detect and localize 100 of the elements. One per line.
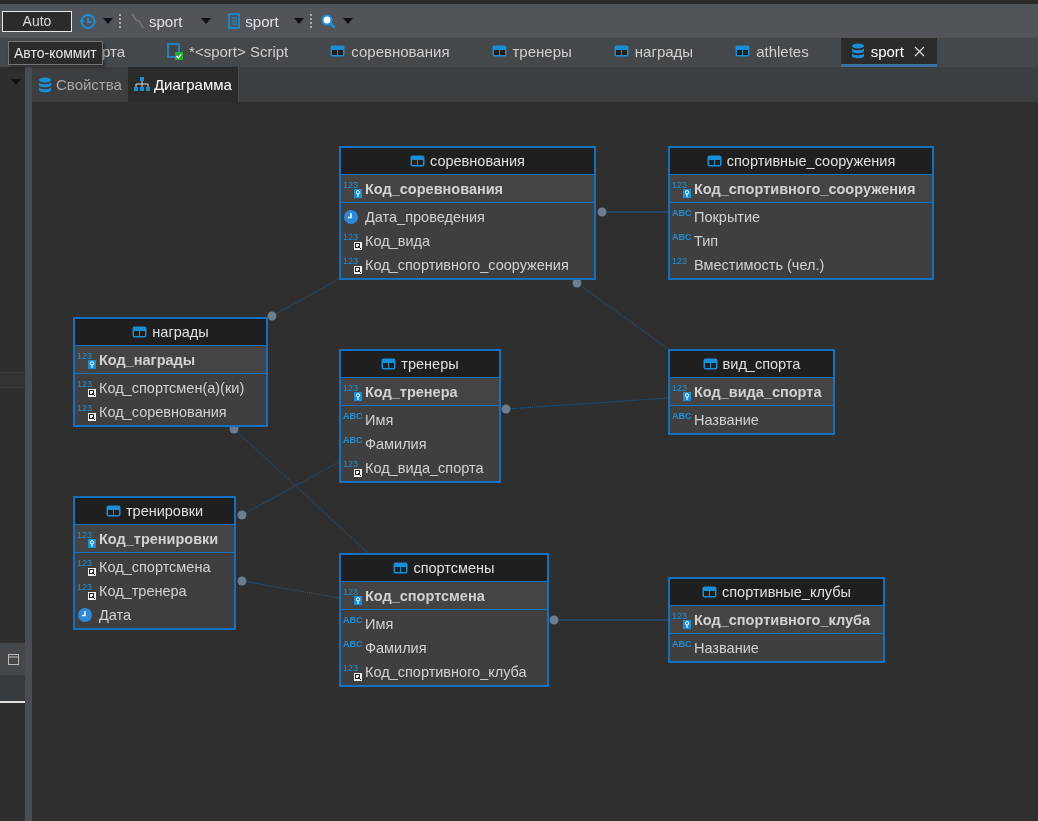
editor-tab[interactable]: *<sport> Script	[157, 38, 301, 67]
relation-connector	[597, 207, 669, 217]
key-icon	[683, 619, 691, 629]
type-label: ABC	[343, 639, 363, 649]
view-tab[interactable]: Диаграмма	[127, 67, 239, 102]
key-column-name: Код_спортивного_клуба	[694, 611, 870, 628]
type-label: 123	[343, 459, 359, 469]
editor-tab[interactable]: соревнования	[320, 38, 462, 67]
entity-title: соревнования	[430, 153, 525, 169]
entity-title: спортивные_сооружения	[726, 153, 896, 169]
table-icon	[702, 586, 717, 598]
entity-title: вид_спорта	[722, 356, 801, 372]
link-icon	[354, 266, 362, 274]
type-label: 123	[77, 379, 93, 389]
column-name: Название	[694, 412, 759, 428]
column-name: Код_соревнования	[99, 404, 227, 420]
type-label: 123	[77, 529, 93, 540]
type-label: ABC	[672, 639, 692, 649]
type-label: ABC	[343, 435, 363, 445]
search-icon	[320, 13, 336, 29]
table-icon	[330, 45, 346, 57]
editor-tab[interactable]: награды	[603, 38, 706, 67]
table-icon	[613, 45, 629, 57]
document-icon	[228, 13, 241, 29]
key-icon	[354, 188, 362, 198]
type-label: 123	[343, 256, 359, 266]
link-icon	[88, 592, 96, 600]
type-label: 123	[672, 256, 688, 266]
key-column-name: Код_награды	[99, 351, 196, 368]
type-label: ABC	[343, 411, 363, 421]
caret-icon[interactable]	[293, 18, 304, 24]
type-label: 123	[77, 403, 93, 413]
type-label: 123	[343, 382, 359, 393]
tooltip: Авто-коммит	[8, 41, 103, 65]
column-name: Код_спортсмена	[99, 559, 211, 575]
key-icon	[88, 538, 96, 548]
table-icon	[132, 326, 148, 338]
type-label: 123	[672, 610, 688, 621]
commit-mode-field[interactable]: Auto	[2, 10, 72, 32]
table-icon	[702, 358, 718, 370]
caret-icon[interactable]	[342, 18, 353, 24]
column-name: Фамилия	[365, 640, 427, 656]
entity-card[interactable]: тренировки 123 Код_тренировки 123 Код_спортсмена 123 Код_тренера Дата	[73, 496, 236, 630]
link-icon	[354, 673, 362, 681]
diagram-icon	[133, 77, 150, 92]
column-name: Код_спортсмен(а)(ки)	[99, 380, 245, 396]
key-column-name: Код_тренера	[365, 383, 458, 400]
column-name: Покрытие	[694, 209, 761, 225]
column-name: Дата	[99, 607, 132, 623]
connection-button[interactable]: sport	[127, 8, 186, 34]
table-icon	[105, 505, 121, 517]
column-name: Имя	[365, 412, 394, 428]
column-name: Код_вида	[365, 233, 431, 249]
database-icon	[850, 43, 865, 59]
database-button[interactable]: sport	[225, 8, 282, 34]
editor-tab[interactable]: athletes	[725, 38, 821, 67]
type-label: ABC	[672, 232, 692, 242]
editor-tab[interactable]: sport	[840, 38, 938, 67]
column-name: Код_спортивного_клуба	[365, 664, 527, 680]
caret-icon[interactable]	[201, 18, 212, 24]
key-column-name: Код_тренировки	[99, 530, 219, 547]
key-icon	[354, 595, 362, 605]
type-label: 123	[77, 558, 93, 568]
column-name: Фамилия	[365, 436, 427, 452]
key-column-name: Код_спортсмена	[365, 587, 485, 604]
editor-tab[interactable]: тренеры	[481, 38, 584, 67]
caret-icon[interactable]	[11, 79, 21, 85]
column-name: Код_спортивного_сооружения	[365, 257, 569, 273]
entity-title: спортсмены	[413, 560, 495, 576]
panel-field[interactable]	[0, 675, 25, 703]
type-label: 123	[672, 179, 688, 190]
restore-icon[interactable]	[8, 653, 19, 665]
type-label: 123	[343, 232, 359, 242]
link-icon	[354, 242, 362, 250]
type-label: 123	[343, 663, 359, 673]
type-label: ABC	[672, 411, 692, 421]
column-name: Название	[694, 640, 759, 656]
table-icon	[381, 358, 397, 370]
entity-title: тренировки	[125, 503, 204, 519]
type-label: 123	[77, 582, 93, 592]
column-name: Код_вида_спорта	[365, 460, 484, 476]
table-icon	[706, 155, 722, 167]
script-icon	[167, 42, 184, 60]
close-icon[interactable]	[914, 45, 926, 57]
view-tab[interactable]: Свойства	[32, 67, 128, 102]
clock-icon	[343, 209, 359, 225]
key-column-name: Код_спортивного_сооружения	[694, 180, 916, 197]
link-icon	[88, 413, 96, 421]
link-icon	[354, 469, 362, 477]
type-label: 123	[343, 179, 359, 190]
entity-card[interactable]: награды 123 Код_награды 123 Код_спортсмен(а)(ки) 123 Код_соревнования	[73, 317, 268, 427]
type-label: 123	[77, 350, 93, 361]
type-label: ABC	[672, 208, 692, 218]
caret-icon[interactable]	[103, 18, 113, 24]
entity-title: спортивные_клубы	[722, 584, 851, 600]
history-icon	[79, 12, 96, 30]
entity-card[interactable]: соревнования 123 Код_соревнования Дата_проведения 123 Код_вида 123 Код_спортивного_сооружения	[339, 146, 596, 280]
column-name: Код_тренера	[99, 583, 187, 599]
clock-icon	[77, 607, 93, 623]
table-icon	[393, 562, 409, 574]
